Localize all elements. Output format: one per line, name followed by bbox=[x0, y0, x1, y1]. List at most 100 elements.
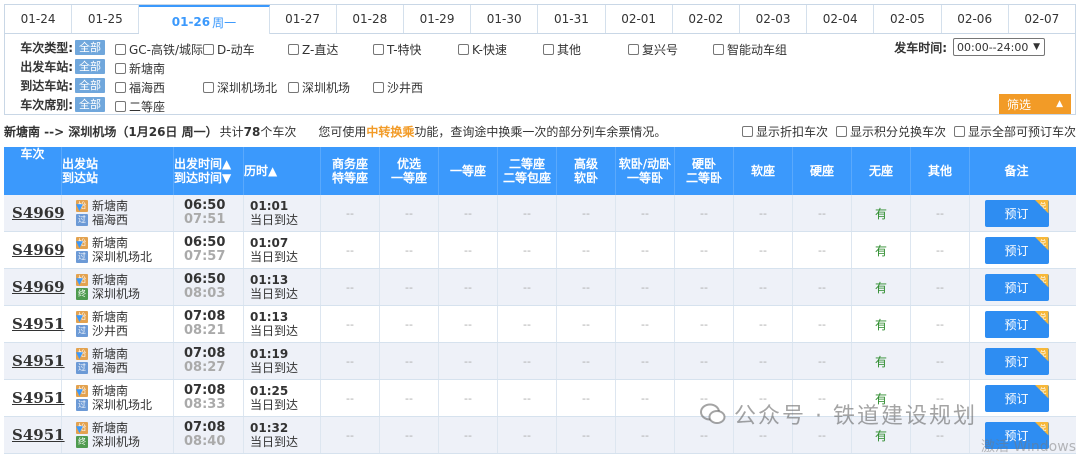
to-station-name[interactable]: 深圳机场北 bbox=[92, 250, 152, 264]
all-chip-from-station[interactable]: 全部 bbox=[75, 58, 105, 74]
caret-down-icon[interactable]: ▼ bbox=[76, 425, 83, 435]
display-option-1[interactable]: 显示积分兑换车次 bbox=[835, 123, 946, 140]
transfer-link[interactable]: 中转换乘 bbox=[366, 125, 414, 139]
book-button[interactable]: 预订兑 bbox=[984, 384, 1049, 412]
book-button[interactable]: 预订兑 bbox=[984, 347, 1049, 375]
header-train[interactable]: 车次 bbox=[4, 147, 62, 195]
date-tab-02-05[interactable]: 02-05 bbox=[874, 5, 942, 33]
to-station-name[interactable]: 沙井西 bbox=[92, 324, 128, 338]
filter-option-to_station-1[interactable]: 深圳机场北 bbox=[203, 79, 277, 96]
date-tab-02-07[interactable]: 02-07 bbox=[1008, 5, 1075, 33]
date-tab-02-03[interactable]: 02-03 bbox=[739, 5, 808, 33]
from-station-name[interactable]: 新塘南 bbox=[92, 310, 128, 324]
caret-down-icon[interactable]: ▼ bbox=[76, 351, 83, 361]
checkbox[interactable] bbox=[373, 82, 384, 93]
filter-option-seat-0[interactable]: 二等座 bbox=[115, 98, 165, 115]
checkbox[interactable] bbox=[741, 125, 753, 137]
date-tab-01-24[interactable]: 01-24 bbox=[5, 5, 73, 33]
train-number-link[interactable]: S4951 bbox=[12, 352, 65, 370]
date-tab-02-04[interactable]: 02-04 bbox=[807, 5, 875, 33]
to-station-name[interactable]: 深圳机场 bbox=[92, 435, 140, 449]
cell-seat-hard: -- bbox=[793, 232, 852, 268]
checkbox[interactable] bbox=[373, 44, 384, 55]
checkbox[interactable] bbox=[115, 63, 126, 74]
filter-option-to_station-2[interactable]: 深圳机场 bbox=[288, 79, 350, 96]
all-chip-train-type[interactable]: 全部 bbox=[75, 39, 105, 55]
checkbox[interactable] bbox=[288, 44, 299, 55]
to-station-name[interactable]: 深圳机场北 bbox=[92, 398, 152, 412]
to-station-name[interactable]: 福海西 bbox=[92, 361, 128, 375]
book-button[interactable]: 预订兑 bbox=[984, 310, 1049, 338]
display-option-2[interactable]: 显示全部可预订车次 bbox=[953, 123, 1076, 140]
filter-option-to_station-0[interactable]: 福海西 bbox=[115, 79, 165, 96]
caret-down-icon[interactable]: ▼ bbox=[76, 203, 83, 213]
train-number-link[interactable]: S4969 bbox=[12, 278, 65, 296]
checkbox[interactable] bbox=[628, 44, 639, 55]
checkbox[interactable] bbox=[203, 44, 214, 55]
date-tab-01-25[interactable]: 01-25 bbox=[72, 5, 140, 33]
date-tab-01-28[interactable]: 01-28 bbox=[336, 5, 404, 33]
train-number-link[interactable]: S4969 bbox=[12, 204, 65, 222]
date-tab-02-02[interactable]: 02-02 bbox=[672, 5, 740, 33]
checkbox[interactable] bbox=[203, 82, 214, 93]
checkbox[interactable] bbox=[953, 125, 965, 137]
filter-option-train_type-5[interactable]: 其他 bbox=[543, 41, 581, 58]
from-station-name[interactable]: 新塘南 bbox=[92, 384, 128, 398]
caret-down-icon[interactable]: ▼ bbox=[76, 314, 83, 324]
from-station-name[interactable]: 新塘南 bbox=[92, 199, 128, 213]
filter-option-train_type-4[interactable]: K-快速 bbox=[458, 41, 507, 58]
display-option-0[interactable]: 显示折扣车次 bbox=[741, 123, 828, 140]
seat-available: 有 bbox=[874, 391, 887, 406]
train-table: 车次 出发站 到达站 出发时间▲ 到达时间▼ 历时▲ 商务座 特等座 优选 一等座 … bbox=[4, 147, 1076, 454]
train-number-link[interactable]: S4951 bbox=[12, 426, 65, 444]
train-number-link[interactable]: S4969 bbox=[12, 241, 65, 259]
header-time[interactable]: 出发时间▲ 到达时间▼ bbox=[174, 147, 244, 195]
filter-option-train_type-3[interactable]: T-特快 bbox=[373, 41, 422, 58]
train-number-link[interactable]: S4951 bbox=[12, 315, 65, 333]
header-duration[interactable]: 历时▲ bbox=[244, 147, 321, 195]
date-tab-01-27[interactable]: 01-27 bbox=[269, 5, 337, 33]
caret-down-icon[interactable]: ▼ bbox=[76, 240, 83, 250]
checkbox[interactable] bbox=[458, 44, 469, 55]
from-station-name[interactable]: 新塘南 bbox=[92, 273, 128, 287]
all-chip-seat[interactable]: 全部 bbox=[75, 96, 105, 112]
checkbox[interactable] bbox=[835, 125, 847, 137]
book-button[interactable]: 预订兑 bbox=[984, 199, 1049, 227]
checkbox[interactable] bbox=[543, 44, 554, 55]
filter-option-train_type-2[interactable]: Z-直达 bbox=[288, 41, 338, 58]
filter-option-train_type-1[interactable]: D-动车 bbox=[203, 41, 255, 58]
checkbox[interactable] bbox=[288, 82, 299, 93]
checkbox[interactable] bbox=[115, 82, 126, 93]
date-tab-01-30[interactable]: 01-30 bbox=[471, 5, 539, 33]
screen-button[interactable]: 筛选 ▲ bbox=[999, 94, 1071, 114]
depart-time-select[interactable]: 00:00--24:00 ▼ bbox=[953, 38, 1045, 56]
from-station-name[interactable]: 新塘南 bbox=[92, 347, 128, 361]
all-chip-to-station[interactable]: 全部 bbox=[75, 77, 105, 93]
caret-down-icon[interactable]: ▼ bbox=[76, 277, 83, 287]
to-station-name[interactable]: 深圳机场 bbox=[92, 287, 140, 301]
date-tab-01-29[interactable]: 01-29 bbox=[403, 5, 472, 33]
caret-down-icon[interactable]: ▼ bbox=[76, 388, 83, 398]
header-time-arr[interactable]: 到达时间▼ bbox=[174, 171, 231, 185]
date-tab-02-06[interactable]: 02-06 bbox=[941, 5, 1009, 33]
book-button[interactable]: 预订兑 bbox=[984, 273, 1049, 301]
filter-option-train_type-7[interactable]: 智能动车组 bbox=[713, 41, 787, 58]
filter-option-train_type-6[interactable]: 复兴号 bbox=[628, 41, 678, 58]
seat-unavailable: -- bbox=[759, 206, 767, 220]
checkbox[interactable] bbox=[115, 44, 126, 55]
checkbox[interactable] bbox=[115, 101, 126, 112]
from-station-name[interactable]: 新塘南 bbox=[92, 421, 128, 435]
train-number-link[interactable]: S4951 bbox=[12, 389, 65, 407]
checkbox[interactable] bbox=[713, 44, 724, 55]
date-tab-01-31[interactable]: 01-31 bbox=[538, 5, 606, 33]
book-button[interactable]: 预订兑 bbox=[984, 236, 1049, 264]
filter-option-to_station-3[interactable]: 沙井西 bbox=[373, 79, 423, 96]
route-text: 新塘南 --> 深圳机场（1月26日 周一） bbox=[4, 124, 218, 139]
filter-option-from_station-0[interactable]: 新塘南 bbox=[115, 60, 165, 77]
date-tab-02-01[interactable]: 02-01 bbox=[605, 5, 673, 33]
filter-option-train_type-0[interactable]: GC-高铁/城际 bbox=[115, 41, 203, 58]
from-station-name[interactable]: 新塘南 bbox=[92, 236, 128, 250]
header-time-dep[interactable]: 出发时间▲ bbox=[174, 157, 231, 171]
to-station-name[interactable]: 福海西 bbox=[92, 213, 128, 227]
header-seat-soft-sleeper: 软卧/动卧 一等卧 bbox=[616, 147, 675, 195]
